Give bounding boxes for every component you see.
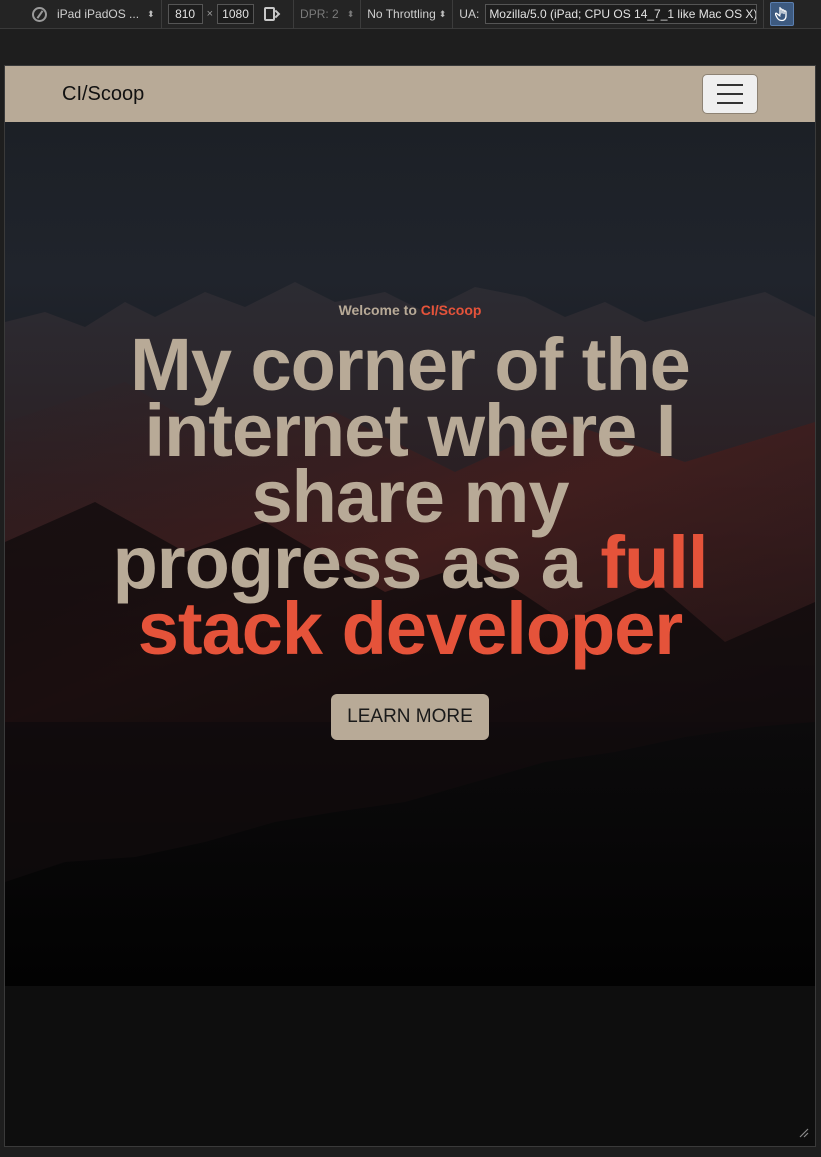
rotate-icon[interactable] (264, 7, 276, 21)
chevron-updown-icon: ⬍ (438, 8, 447, 19)
hamburger-line (717, 93, 743, 95)
throttling-label: No Throttling (367, 7, 436, 21)
hero-content: Welcome to CI/Scoop My corner of the int… (5, 122, 815, 986)
times-sign: × (206, 8, 214, 20)
hero-section: Welcome to CI/Scoop My corner of the int… (5, 122, 815, 986)
dpr-selector[interactable]: DPR: 2 ⬍ (294, 0, 360, 29)
chevron-updown-icon: ⬍ (147, 8, 155, 19)
ua-label: UA: (459, 7, 480, 21)
hamburger-line (717, 84, 743, 86)
brand-link[interactable]: CI/Scoop (62, 83, 144, 106)
welcome-text: Welcome to CI/Scoop (339, 302, 482, 318)
welcome-brand: CI/Scoop (420, 302, 482, 318)
dpr-label: DPR: 2 (300, 7, 339, 21)
user-agent-input[interactable]: Mozilla/5.0 (iPad; CPU OS 14_7_1 like Ma… (485, 4, 758, 24)
compass-icon (32, 6, 47, 22)
learn-more-button[interactable]: LEARN MORE (331, 694, 489, 740)
welcome-prefix: Welcome to (338, 302, 421, 318)
touch-toggle-button[interactable] (770, 2, 795, 26)
resize-grip-icon[interactable] (797, 1126, 809, 1138)
hero-headline: My corner of the internet where I share … (110, 328, 710, 666)
width-input[interactable]: 810 (167, 4, 203, 24)
height-input[interactable]: 1080 (217, 4, 255, 24)
device-selector[interactable]: iPad iPadOS ... ⬍ (0, 0, 161, 29)
hand-pointer-icon (775, 6, 787, 22)
chevron-updown-icon: ⬍ (346, 8, 355, 19)
site-navbar: CI/Scoop (5, 66, 815, 122)
device-viewport: CI/Scoop Welcome to CI/Scoop My corner o… (4, 65, 816, 1147)
throttling-selector[interactable]: No Throttling ⬍ (361, 0, 452, 29)
hamburger-line (717, 102, 743, 104)
device-name: iPad iPadOS ... (57, 7, 140, 21)
devtools-device-toolbar: iPad iPadOS ... ⬍ 810 × 1080 DPR: 2 ⬍ No… (0, 0, 821, 29)
navbar-toggler-button[interactable] (702, 74, 758, 114)
